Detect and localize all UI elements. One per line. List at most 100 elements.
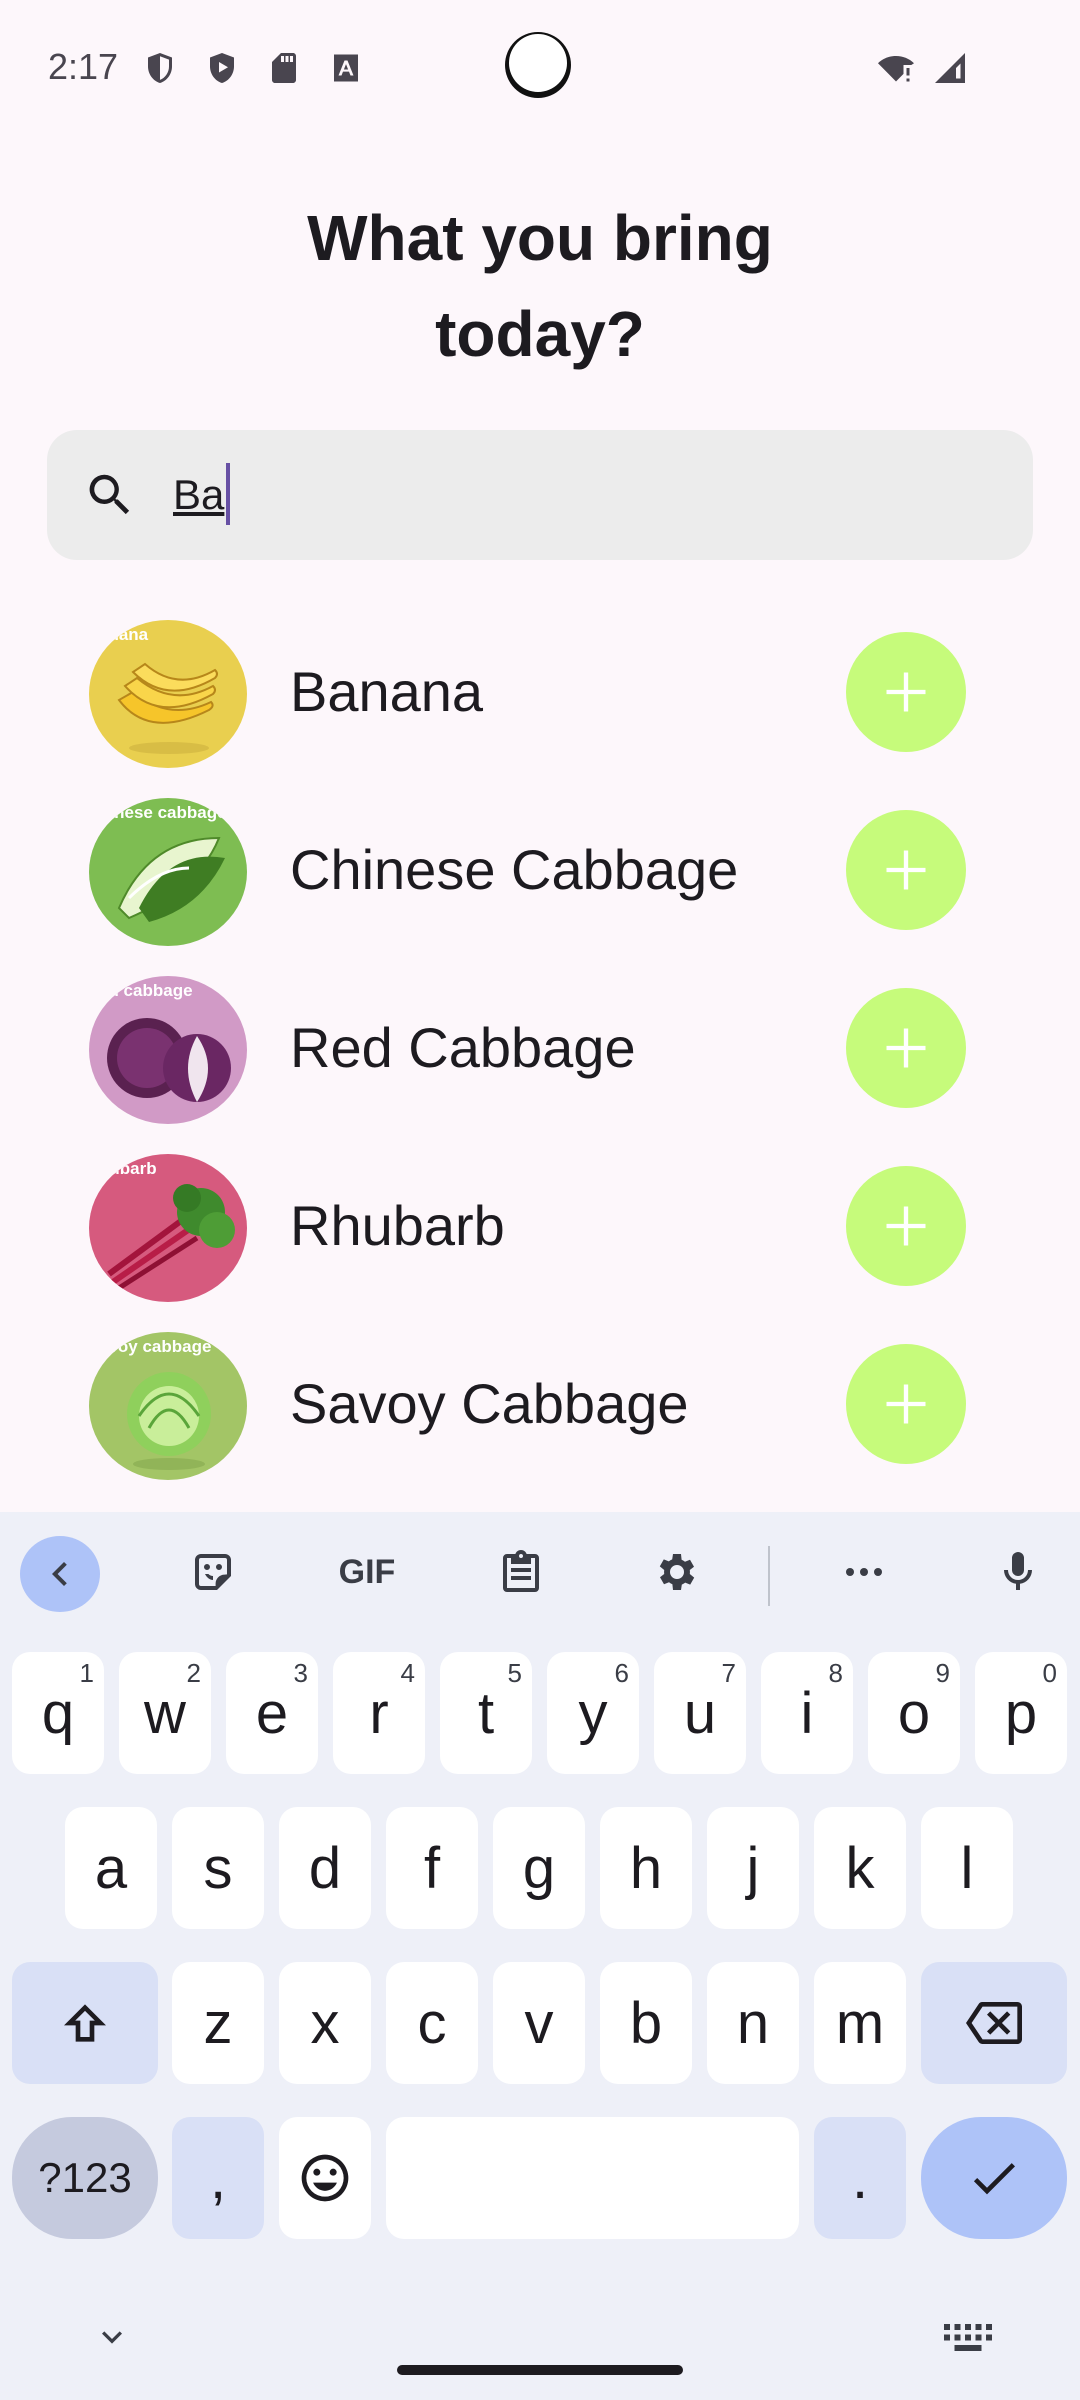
key-t[interactable]: t5 xyxy=(440,1652,532,1774)
key-a[interactable]: a xyxy=(65,1807,157,1929)
key-q[interactable]: q1 xyxy=(12,1652,104,1774)
key-v[interactable]: v xyxy=(493,1962,585,2084)
key-p[interactable]: p0 xyxy=(975,1652,1067,1774)
status-time: 2:17 xyxy=(48,46,119,87)
gif-label: GIF xyxy=(338,1552,396,1591)
home-indicator[interactable] xyxy=(397,2365,683,2375)
gear-icon xyxy=(659,1554,695,1590)
space-key[interactable] xyxy=(386,2117,799,2239)
add-button[interactable] xyxy=(846,1344,966,1464)
page-title-line-1: What you bring xyxy=(307,202,773,274)
key-label: u xyxy=(683,1680,717,1746)
key-u[interactable]: u7 xyxy=(654,1652,746,1774)
key-e[interactable]: e3 xyxy=(226,1652,318,1774)
page-title: What you bring today? xyxy=(0,190,1080,382)
hide-keyboard-icon[interactable] xyxy=(92,2317,132,2357)
system-icons xyxy=(876,50,970,86)
key-l[interactable]: l xyxy=(921,1807,1013,1929)
key-z[interactable]: z xyxy=(172,1962,264,2084)
more-horizontal-icon xyxy=(846,1568,882,1576)
comma-key[interactable]: , xyxy=(172,2117,264,2239)
key-hint: 4 xyxy=(400,1658,415,1688)
key-label: r xyxy=(369,1680,389,1746)
key-hint: 0 xyxy=(1042,1658,1057,1688)
key-g[interactable]: g xyxy=(493,1807,585,1929)
search-bar[interactable]: Ba xyxy=(47,430,1033,560)
toolbar-divider xyxy=(768,1546,770,1606)
savoy-cabbage-image: avoy cabbage xyxy=(89,1332,247,1480)
list-item[interactable]: avoy cabbage Savoy Cabbage xyxy=(0,1322,1080,1482)
list-item[interactable]: anana Banana xyxy=(0,610,1080,770)
gif-button[interactable]: GIF xyxy=(327,1536,407,1608)
key-f[interactable]: f xyxy=(386,1807,478,1929)
shield-icon xyxy=(148,53,172,83)
enter-key[interactable] xyxy=(921,2117,1067,2239)
key-h[interactable]: h xyxy=(600,1807,692,1929)
key-hint: 3 xyxy=(293,1658,308,1688)
key-b[interactable]: b xyxy=(600,1962,692,2084)
plus-icon xyxy=(886,1206,926,1246)
key-o[interactable]: o9 xyxy=(868,1652,960,1774)
add-button[interactable] xyxy=(846,632,966,752)
key-d[interactable]: d xyxy=(279,1807,371,1929)
emoji-key[interactable] xyxy=(279,2117,371,2239)
key-label: o xyxy=(897,1680,931,1746)
list-item[interactable]: hubarb Rhubarb xyxy=(0,1144,1080,1304)
plus-icon xyxy=(886,1384,926,1424)
keyboard-back-button[interactable] xyxy=(20,1536,100,1612)
key-hint: 1 xyxy=(79,1658,94,1688)
rhubarb-image: hubarb xyxy=(89,1154,247,1302)
plus-icon xyxy=(886,850,926,890)
key-s[interactable]: s xyxy=(172,1807,264,1929)
key-label: t xyxy=(477,1680,495,1746)
key-label: p xyxy=(1004,1680,1038,1746)
search-input-value: Ba xyxy=(173,471,225,518)
shift-key[interactable] xyxy=(12,1962,158,2084)
wifi-icon xyxy=(878,56,914,82)
item-name: Banana xyxy=(290,660,484,723)
symbols-key[interactable]: ?123 xyxy=(12,2117,158,2239)
emoji-icon xyxy=(301,2154,349,2202)
key-x[interactable]: x xyxy=(279,1962,371,2084)
plus-icon xyxy=(886,672,926,712)
sd-card-icon xyxy=(272,53,296,83)
backspace-icon xyxy=(966,2002,1022,2044)
key-hint: 2 xyxy=(186,1658,201,1688)
key-y[interactable]: y6 xyxy=(547,1652,639,1774)
settings-button[interactable] xyxy=(635,1536,715,1608)
key-i[interactable]: i8 xyxy=(761,1652,853,1774)
key-label: y xyxy=(578,1680,608,1746)
key-n[interactable]: n xyxy=(707,1962,799,2084)
keyboard: GIF q1 w2 e3 r4 t5 y6 u7 i8 o9 p0 a s d … xyxy=(0,1512,1080,2400)
voice-input-button[interactable] xyxy=(978,1536,1058,1608)
key-j[interactable]: j xyxy=(707,1807,799,1929)
add-button[interactable] xyxy=(846,988,966,1108)
key-hint: 7 xyxy=(721,1658,736,1688)
item-name: Rhubarb xyxy=(290,1194,505,1257)
key-hint: 9 xyxy=(935,1658,950,1688)
key-c[interactable]: c xyxy=(386,1962,478,2084)
camera-cutout xyxy=(505,32,571,98)
backspace-key[interactable] xyxy=(921,1962,1067,2084)
key-k[interactable]: k xyxy=(814,1807,906,1929)
list-item[interactable]: hinese cabbage Chinese Cabbage xyxy=(0,788,1080,948)
banana-image: anana xyxy=(89,620,247,768)
add-button[interactable] xyxy=(846,1166,966,1286)
list-item[interactable]: ed cabbage Red Cabbage xyxy=(0,966,1080,1126)
item-name: Savoy Cabbage xyxy=(290,1372,689,1435)
key-m[interactable]: m xyxy=(814,1962,906,2084)
key-label: i xyxy=(800,1680,814,1746)
search-icon xyxy=(83,468,137,522)
chinese-cabbage-image: hinese cabbage xyxy=(89,798,247,946)
keyboard-switch-icon[interactable] xyxy=(944,2322,992,2356)
search-input[interactable]: Ba xyxy=(173,460,973,530)
more-button[interactable] xyxy=(824,1536,904,1608)
clipboard-button[interactable] xyxy=(481,1536,561,1608)
key-hint: 8 xyxy=(828,1658,843,1688)
add-button[interactable] xyxy=(846,810,966,930)
plus-icon xyxy=(886,1028,926,1068)
sticker-button[interactable] xyxy=(173,1536,253,1608)
key-r[interactable]: r4 xyxy=(333,1652,425,1774)
key-w[interactable]: w2 xyxy=(119,1652,211,1774)
period-key[interactable]: . xyxy=(814,2117,906,2239)
